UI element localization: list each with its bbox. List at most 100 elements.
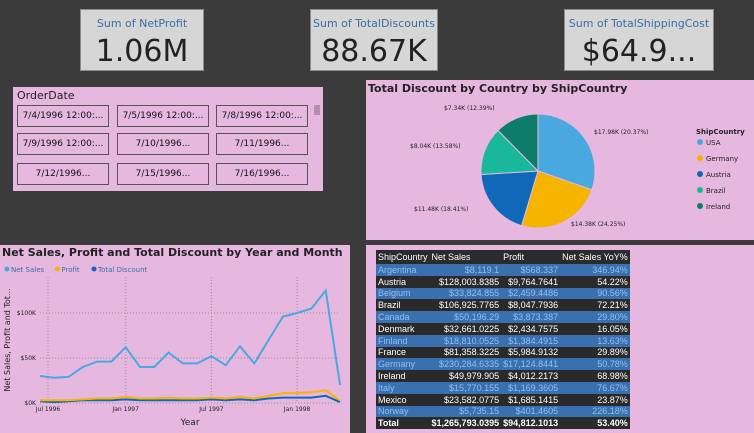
slicer-scrollbar[interactable] bbox=[314, 105, 320, 115]
table-cell: $2,434.7575 bbox=[501, 322, 561, 335]
table-cell: $2,459.4486 bbox=[501, 287, 561, 300]
pie-chart[interactable]: $17.98K (20.37%) $14.38K (24.25%) $11.48K … bbox=[366, 80, 754, 240]
table-cell: $4,012.2173 bbox=[501, 370, 561, 382]
kpi-card-total-discounts[interactable]: Sum of TotalDiscounts 88.67K bbox=[310, 9, 438, 71]
table-cell: $128,003.8385 bbox=[429, 275, 502, 288]
table-cell: Canada bbox=[376, 311, 430, 323]
table-cell: $32,661.0225 bbox=[429, 322, 502, 335]
series-line-profit[interactable] bbox=[40, 389, 341, 402]
slicer-item[interactable]: 7/10/1996... bbox=[117, 133, 209, 155]
pie-data-label: $14.38K (24.25%) bbox=[571, 221, 625, 228]
table-row[interactable]: Austria $128,003.8385 $9,764.7641 54.22% bbox=[376, 275, 630, 288]
legend-item[interactable]: USA bbox=[706, 139, 721, 147]
kpi-label: Sum of TotalShippingCost bbox=[568, 17, 710, 30]
table-cell: $15,770.155 bbox=[429, 381, 502, 394]
legend-swatch bbox=[697, 139, 703, 145]
total-cell: Total bbox=[376, 417, 430, 430]
table-cell: Norway bbox=[376, 405, 430, 418]
y-tick-label: $50K bbox=[21, 355, 37, 362]
slicer-item[interactable]: 7/11/1996... bbox=[216, 133, 308, 155]
x-tick-label: Jan 1997 bbox=[111, 406, 139, 413]
table-row[interactable]: Brazil $106,925.7765 $8,047.7936 72.21% bbox=[376, 299, 630, 312]
kpi-value: 88.67K bbox=[321, 34, 427, 69]
table-row[interactable]: Mexico $23,582.0775 $1,685.1415 23.87% bbox=[376, 393, 630, 406]
kpi-label: Sum of NetProfit bbox=[96, 17, 188, 30]
slicer-item[interactable]: 7/5/1996 12:00:... bbox=[117, 105, 209, 127]
table-cell: 72.21% bbox=[560, 299, 630, 312]
table-cell: 226.18% bbox=[560, 405, 630, 418]
legend-item[interactable]: Profit bbox=[61, 266, 80, 274]
legend-title: ShipCountry bbox=[696, 128, 745, 136]
slicer-item[interactable]: 7/4/1996 12:00:... bbox=[17, 105, 109, 127]
table-cell: Denmark bbox=[376, 322, 430, 335]
table-cell: $50,196.29 bbox=[429, 311, 502, 323]
slicer-item[interactable]: 7/12/1996... bbox=[17, 163, 109, 185]
legend-item[interactable]: Net Sales bbox=[11, 266, 44, 274]
table-cell: 76.67% bbox=[560, 381, 630, 394]
table-cell: $568.337 bbox=[501, 264, 561, 276]
table-row[interactable]: Denmark $32,661.0225 $2,434.7575 16.05% bbox=[376, 322, 630, 335]
table-cell: $1,384.4915 bbox=[501, 334, 561, 347]
table-cell: 50.78% bbox=[560, 358, 630, 371]
kpi-card-net-profit[interactable]: Sum of NetProfit 1.06M bbox=[80, 9, 204, 71]
table-cell: 13.63% bbox=[560, 334, 630, 347]
legend-item[interactable]: Ireland bbox=[706, 203, 730, 211]
kpi-value: $64.9... bbox=[581, 34, 697, 69]
pie-data-label: $7.34K (12.39%) bbox=[444, 105, 495, 112]
table-cell: $49,979.905 bbox=[429, 370, 502, 382]
slicer-item[interactable]: 7/9/1996 12:00:... bbox=[17, 133, 109, 155]
slicer-item[interactable]: 7/16/1996... bbox=[216, 163, 308, 185]
column-header[interactable]: Net Sales YoY% bbox=[560, 250, 630, 264]
legend-item[interactable]: Brazil bbox=[706, 187, 726, 195]
kpi-value: 1.06M bbox=[95, 34, 189, 69]
column-header[interactable]: Net Sales bbox=[429, 250, 502, 264]
column-header[interactable]: Profit bbox=[501, 250, 561, 264]
table-cell: $8,119.1 bbox=[429, 264, 502, 276]
y-axis-title: Net Sales, Profit and Tot... bbox=[3, 288, 12, 391]
table-cell: 29.89% bbox=[560, 346, 630, 359]
legend-swatch bbox=[54, 266, 60, 272]
pie-data-label: $8.04K (13.58%) bbox=[410, 143, 461, 150]
y-tick-label: $100K bbox=[17, 310, 37, 317]
column-header[interactable]: ShipCountry bbox=[376, 250, 430, 264]
table-cell: 23.87% bbox=[560, 393, 630, 406]
table-row[interactable]: France $81,358.3225 $5,984.9132 29.89% bbox=[376, 346, 630, 359]
total-row: Total $1,265,793.0395 $94,812.1013 53.40% bbox=[376, 417, 630, 430]
table-cell: $18,810.0525 bbox=[429, 334, 502, 347]
table-row[interactable]: Germany $230,284.6335 $17,124.8441 50.78% bbox=[376, 358, 630, 371]
table-row[interactable]: Italy $15,770.155 $1,169.3605 76.67% bbox=[376, 381, 630, 394]
legend-item[interactable]: Austria bbox=[706, 171, 731, 179]
x-tick-label: Jul 1997 bbox=[198, 406, 224, 413]
table-row[interactable]: Belgium $33,824.855 $2,459.4486 90.56% bbox=[376, 287, 630, 300]
table-cell: $106,925.7765 bbox=[429, 299, 502, 312]
line-chart[interactable]: Net Sales Profit Total Discount$0K$50K$100… bbox=[0, 245, 350, 433]
table-cell: $230,284.6335 bbox=[429, 358, 502, 371]
table-cell: Belgium bbox=[376, 287, 430, 300]
total-cell: $1,265,793.0395 bbox=[429, 417, 502, 430]
table-cell: Italy bbox=[376, 381, 430, 394]
kpi-label: Sum of TotalDiscounts bbox=[313, 17, 435, 30]
table-row[interactable]: Norway $5,735.15 $401.4605 226.18% bbox=[376, 405, 630, 418]
series-line-net-sales[interactable] bbox=[39, 288, 341, 386]
table-row[interactable]: Ireland $49,979.905 $4,012.2173 68.98% bbox=[376, 370, 630, 382]
slicer-title: OrderDate bbox=[17, 89, 75, 102]
table-cell: Ireland bbox=[376, 370, 430, 382]
legend-swatch bbox=[697, 171, 703, 177]
net-sales-matrix[interactable]: ShipCountry Net Sales Profit Net Sales YoY%… bbox=[376, 250, 630, 430]
legend-swatch bbox=[697, 187, 703, 193]
legend-item[interactable]: Total Discount bbox=[97, 266, 148, 274]
kpi-card-total-shipping[interactable]: Sum of TotalShippingCost $64.9... bbox=[564, 9, 714, 71]
legend-item[interactable]: Germany bbox=[706, 155, 738, 163]
slicer-item[interactable]: 7/8/1996 12:00:... bbox=[216, 105, 308, 127]
table-row[interactable]: Finland $18,810.0525 $1,384.4915 13.63% bbox=[376, 334, 630, 347]
table-cell: Finland bbox=[376, 334, 430, 347]
table-row[interactable]: Argentina $8,119.1 $568.337 346.94% bbox=[376, 264, 630, 276]
x-tick-label: Jul 1996 bbox=[35, 406, 61, 413]
table-cell: 90.56% bbox=[560, 287, 630, 300]
table-row[interactable]: Canada $50,196.29 $3,873.387 29.80% bbox=[376, 311, 630, 323]
table-cell: $33,824.855 bbox=[429, 287, 502, 300]
slicer-item[interactable]: 7/15/1996... bbox=[117, 163, 209, 185]
line-chart-panel: Net Sales, Profit and Total Discount by … bbox=[0, 245, 350, 433]
legend-swatch bbox=[697, 155, 703, 161]
legend-swatch bbox=[91, 266, 97, 272]
